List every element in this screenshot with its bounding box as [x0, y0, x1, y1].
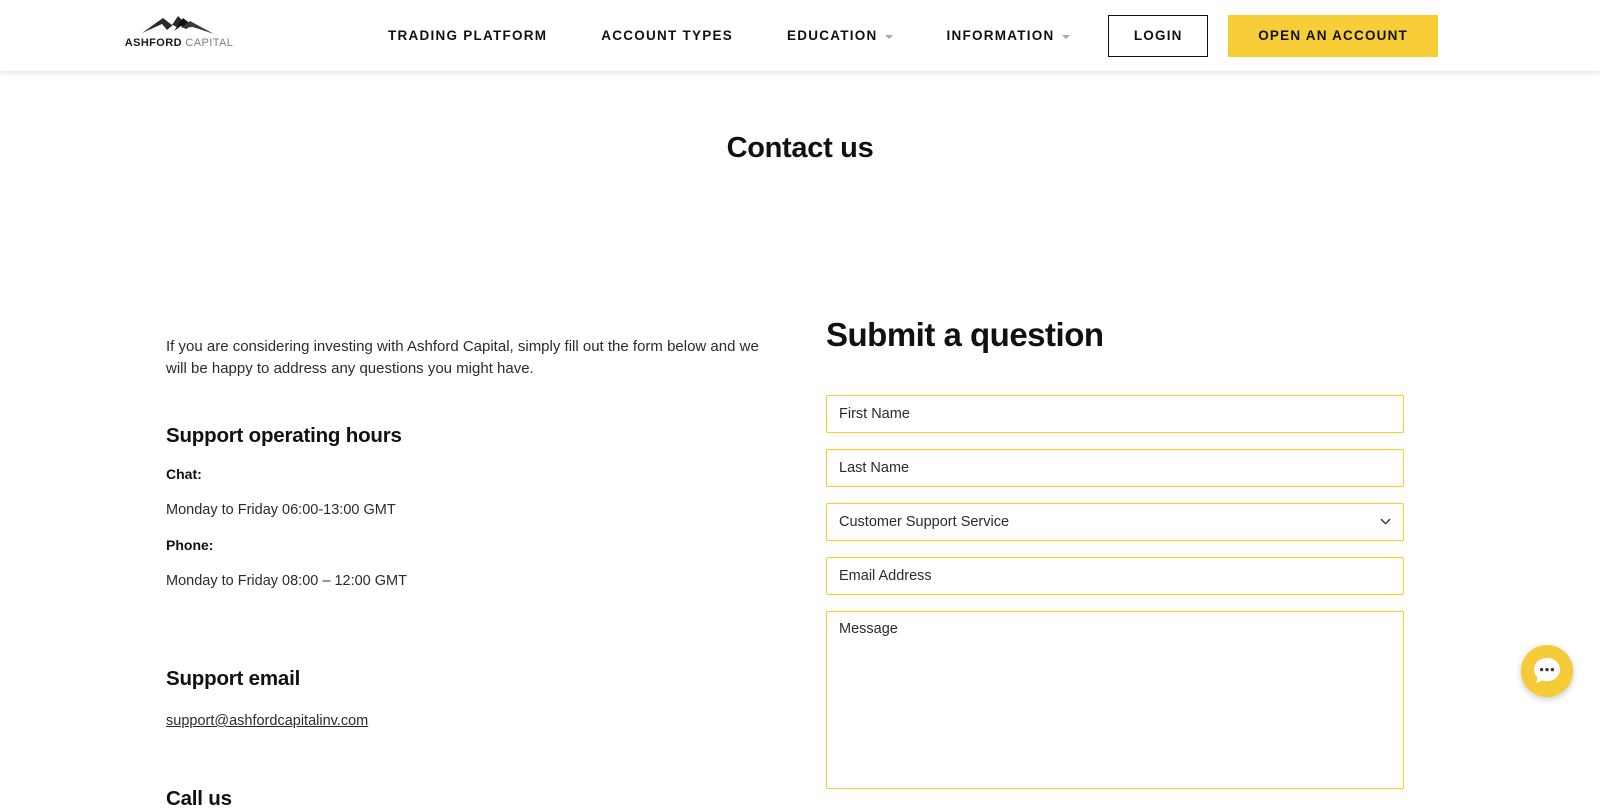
support-email-link[interactable]: support@ashfordcapitalinv.com	[166, 712, 368, 730]
support-hours-heading: Support operating hours	[166, 424, 766, 448]
department-select[interactable]: Customer Support Service	[826, 503, 1404, 541]
page-title: Contact us	[0, 71, 1600, 165]
submit-question-form: Customer Support Service	[826, 395, 1404, 789]
department-select-wrapper: Customer Support Service	[826, 503, 1404, 541]
logo-wordmark: ASHFORD CAPITAL	[125, 37, 234, 49]
support-email-heading: Support email	[166, 667, 766, 691]
form-title: Submit a question	[826, 311, 1404, 355]
phone-hours-value: Monday to Friday 08:00 – 12:00 GMT	[166, 572, 766, 590]
nav-item-trading-platform[interactable]: TRADING PLATFORM	[388, 28, 547, 43]
chat-bubble-icon	[1530, 654, 1564, 688]
phone-label: Phone:	[166, 536, 766, 554]
chat-label: Chat:	[166, 465, 766, 483]
email-address-input[interactable]	[826, 557, 1404, 595]
logo-word-ashford: ASHFORD	[125, 37, 182, 49]
mountain-peaks-icon	[140, 12, 218, 36]
intro-paragraph: If you are considering investing with As…	[166, 336, 761, 380]
login-button[interactable]: LOGIN	[1108, 15, 1208, 57]
chevron-down-icon	[885, 35, 893, 39]
contact-info-column: If you are considering investing with As…	[166, 311, 766, 811]
open-account-button[interactable]: OPEN AN ACCOUNT	[1228, 15, 1438, 57]
nav-item-account-types[interactable]: ACCOUNT TYPES	[601, 28, 733, 43]
site-logo[interactable]: ASHFORD CAPITAL	[127, 12, 231, 56]
last-name-input[interactable]	[826, 449, 1404, 487]
logo-word-capital: CAPITAL	[185, 37, 233, 49]
nav-label: ACCOUNT TYPES	[601, 28, 733, 43]
nav-label: TRADING PLATFORM	[388, 28, 547, 43]
nav-label: INFORMATION	[947, 28, 1055, 43]
nav-item-information[interactable]: INFORMATION	[947, 28, 1070, 43]
chat-widget-button[interactable]	[1521, 645, 1573, 697]
contact-form-column: Submit a question Customer Support Servi…	[826, 311, 1404, 789]
nav-item-education[interactable]: EDUCATION	[787, 28, 893, 43]
header-actions: LOGIN OPEN AN ACCOUNT	[1108, 0, 1438, 71]
chevron-down-icon	[1062, 35, 1070, 39]
site-header: ASHFORD CAPITAL TRADING PLATFORM ACCOUNT…	[0, 0, 1600, 71]
call-us-heading: Call us	[166, 787, 766, 811]
main-navigation: TRADING PLATFORM ACCOUNT TYPES EDUCATION…	[388, 0, 1070, 71]
page-content: Contact us If you are considering invest…	[0, 71, 1600, 709]
nav-label: EDUCATION	[787, 28, 878, 43]
chat-hours-value: Monday to Friday 06:00-13:00 GMT	[166, 501, 766, 519]
first-name-input[interactable]	[826, 395, 1404, 433]
message-textarea[interactable]	[826, 611, 1404, 789]
